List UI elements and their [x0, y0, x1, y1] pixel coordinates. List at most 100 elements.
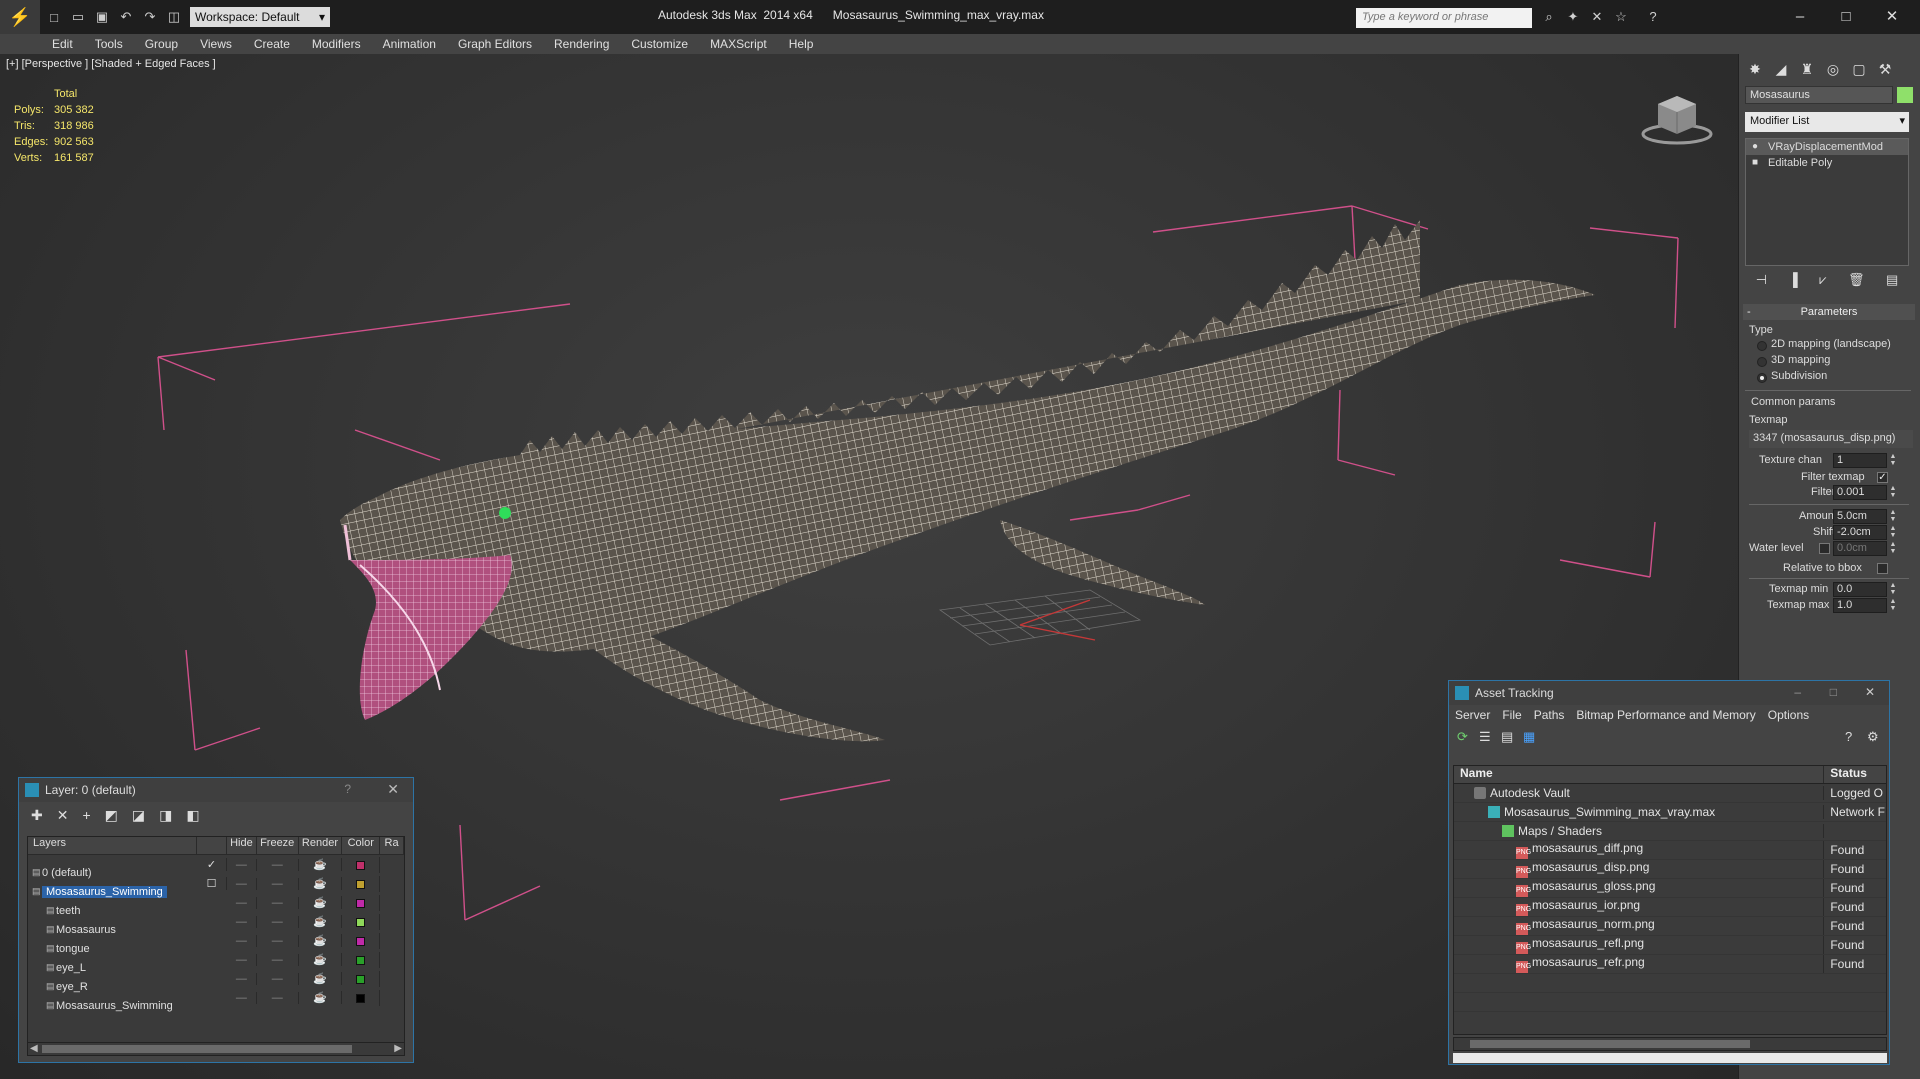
stack-item-editable-poly[interactable]: ■ Editable Poly	[1746, 155, 1908, 171]
spinner-arrows-icon[interactable]: ▲ ▼	[1889, 525, 1897, 540]
minimize-button[interactable]: –	[1780, 4, 1820, 30]
motion-tab-icon[interactable]: ◎	[1821, 58, 1845, 80]
render-teapot-icon[interactable]: ☕	[299, 934, 343, 947]
layer-color-swatch[interactable]	[342, 932, 381, 949]
settings-icon[interactable]: ⚙	[1867, 729, 1879, 745]
asset-name-cell[interactable]: PNGmosasaurus_disp.png	[1454, 860, 1825, 878]
utilities-tab-icon[interactable]: ⚒	[1873, 58, 1897, 80]
favorites-star-icon[interactable]: ☆	[1612, 9, 1630, 27]
layer-window-titlebar[interactable]: Layer: 0 (default) ? ✕	[19, 778, 413, 802]
create-tab-icon[interactable]: ✸	[1743, 58, 1767, 80]
maximize-icon[interactable]: □	[1830, 685, 1837, 699]
render-teapot-icon[interactable]: ☕	[299, 915, 343, 928]
freeze-toggle[interactable]: —	[257, 858, 299, 871]
column-freeze[interactable]: Freeze	[257, 837, 299, 854]
texmap-min-spinner[interactable]: 0.0	[1833, 582, 1887, 597]
asset-name-cell[interactable]: Maps / Shaders	[1454, 824, 1825, 838]
add-to-layer-icon[interactable]: +	[82, 807, 90, 823]
amount-spinner[interactable]: 5.0cm	[1833, 509, 1887, 524]
asset-name-cell[interactable]: Mosasaurus_Swimming_max_vray.max	[1454, 805, 1825, 819]
search-input[interactable]: Type a keyword or phrase	[1356, 8, 1532, 28]
maximize-button[interactable]: □	[1826, 4, 1866, 30]
menu-edit[interactable]: Edit	[52, 37, 73, 51]
menu-group[interactable]: Group	[145, 37, 178, 51]
asset-name-cell[interactable]: PNGmosasaurus_ior.png	[1454, 898, 1825, 916]
asset-row[interactable]: Autodesk Vault Logged O	[1454, 784, 1886, 803]
layer-color-swatch[interactable]	[342, 970, 381, 987]
relative-bbox-checkbox[interactable]	[1877, 563, 1888, 574]
asset-row[interactable]: PNGmosasaurus_disp.png Found	[1454, 860, 1886, 879]
asset-name-cell[interactable]: PNGmosasaurus_gloss.png	[1454, 879, 1825, 897]
column-render[interactable]: Render	[299, 837, 343, 854]
viewcube-icon[interactable]	[1640, 90, 1714, 146]
table-view-icon[interactable]: ▦	[1523, 729, 1535, 745]
hide-toggle[interactable]: —	[227, 858, 257, 871]
viewport-label[interactable]: [+] [Perspective ] [Shaded + Edged Faces…	[6, 58, 216, 70]
render-teapot-icon[interactable]: ☕	[299, 896, 343, 909]
menu-graph-editors[interactable]: Graph Editors	[458, 37, 532, 51]
active-layer-toggle[interactable]: ☐	[197, 877, 227, 890]
asset-window-titlebar[interactable]: Asset Tracking – □ ✕	[1449, 681, 1889, 705]
subscription-icon[interactable]: ✦	[1564, 9, 1582, 27]
render-teapot-icon[interactable]: ☕	[299, 877, 343, 890]
layer-color-swatch[interactable]	[342, 894, 381, 911]
refresh-icon[interactable]: ⟳	[1457, 729, 1468, 745]
spinner-arrows-icon[interactable]: ▲ ▼	[1889, 485, 1897, 500]
close-icon[interactable]: ✕	[387, 781, 399, 798]
remove-modifier-icon[interactable]: 🗑	[1848, 272, 1865, 292]
asset-row[interactable]: PNGmosasaurus_ior.png Found	[1454, 898, 1886, 917]
hierarchy-tab-icon[interactable]: ♜	[1795, 58, 1819, 80]
render-teapot-icon[interactable]: ☕	[299, 972, 343, 985]
help-icon[interactable]: ?	[1845, 729, 1852, 744]
texture-chan-spinner[interactable]: 1	[1833, 453, 1887, 468]
spinner-arrows-icon[interactable]: ▲ ▼	[1889, 598, 1897, 613]
freeze-toggle[interactable]: —	[257, 877, 299, 890]
modify-tab-icon[interactable]: ◢	[1769, 58, 1793, 80]
asset-menu-file[interactable]: File	[1502, 708, 1521, 722]
asset-menu-bitmap-performance[interactable]: Bitmap Performance and Memory	[1576, 708, 1755, 722]
texmap-max-spinner[interactable]: 1.0	[1833, 598, 1887, 613]
freeze-toggle[interactable]: —	[257, 972, 299, 985]
asset-row[interactable]: Mosasaurus_Swimming_max_vray.max Network …	[1454, 803, 1886, 822]
pin-stack-icon[interactable]: ⊣	[1756, 272, 1767, 292]
filter-texmap-checkbox[interactable]: ✓	[1877, 472, 1888, 483]
column-status[interactable]: Status	[1824, 766, 1886, 783]
asset-horizontal-scrollbar[interactable]	[1453, 1037, 1887, 1051]
spinner-arrows-icon[interactable]: ▲ ▼	[1889, 582, 1897, 597]
object-color-swatch[interactable]	[1897, 87, 1913, 103]
water-level-checkbox[interactable]	[1819, 543, 1830, 554]
asset-menu-options[interactable]: Options	[1768, 708, 1809, 722]
asset-menu-server[interactable]: Server	[1455, 708, 1490, 722]
asset-name-cell[interactable]: Autodesk Vault	[1454, 786, 1825, 800]
open-file-icon[interactable]: ▭	[68, 7, 88, 27]
radio-subdivision[interactable]: Subdivision	[1755, 370, 1827, 383]
radio-3d-mapping[interactable]: 3D mapping	[1755, 354, 1830, 367]
menu-modifiers[interactable]: Modifiers	[312, 37, 361, 51]
close-icon[interactable]: ✕	[1865, 685, 1875, 699]
app-logo-icon[interactable]: ⚡	[0, 0, 40, 34]
help-icon[interactable]: ?	[344, 782, 351, 796]
save-file-icon[interactable]: ▣	[92, 7, 112, 27]
column-hide[interactable]: Hide	[227, 837, 257, 854]
layer-row[interactable]: ▤ 0 (default) ✓ — — ☕	[28, 855, 404, 879]
asset-row[interactable]: PNGmosasaurus_gloss.png Found	[1454, 879, 1886, 898]
close-button[interactable]: ✕	[1872, 4, 1912, 30]
asset-row[interactable]: PNGmosasaurus_diff.png Found	[1454, 841, 1886, 860]
freeze-toggle[interactable]: —	[257, 896, 299, 909]
help-icon[interactable]: ?	[1644, 9, 1662, 27]
render-teapot-icon[interactable]: ☕	[299, 991, 343, 1004]
column-layers[interactable]: Layers	[28, 837, 198, 854]
lightbulb-icon[interactable]: ●	[1752, 139, 1758, 155]
hide-toggle[interactable]: —	[227, 972, 257, 985]
workspace-dropdown[interactable]: Workspace: Default ▾	[190, 7, 330, 27]
spinner-arrows-icon[interactable]: ▲ ▼	[1889, 541, 1897, 556]
hide-all-icon[interactable]: ◨	[159, 807, 172, 824]
layer-color-swatch[interactable]	[342, 989, 381, 1006]
show-end-result-icon[interactable]: ▐	[1789, 272, 1798, 292]
hide-toggle[interactable]: —	[227, 953, 257, 966]
layer-color-swatch[interactable]	[342, 875, 381, 892]
minimize-icon[interactable]: –	[1794, 685, 1801, 699]
radio-2d-mapping[interactable]: 2D mapping (landscape)	[1755, 338, 1891, 351]
make-unique-icon[interactable]: ⩗	[1819, 272, 1826, 292]
list-view-icon[interactable]: ☰	[1479, 729, 1491, 745]
